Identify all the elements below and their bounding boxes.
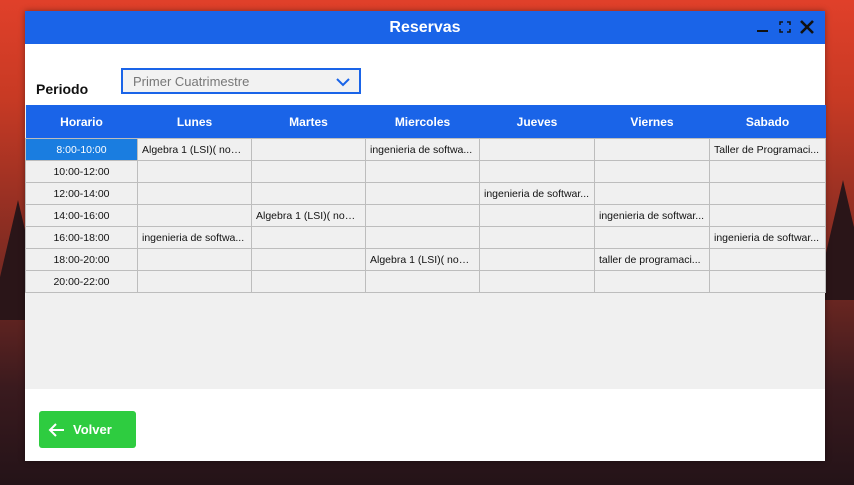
table-cell[interactable]: ingenieria de softwa...: [365, 138, 480, 161]
table-cell[interactable]: [137, 182, 252, 205]
volver-button[interactable]: Volver: [39, 411, 136, 448]
schedule-table: Horario Lunes Martes Miercoles Jueves Vi…: [25, 105, 826, 293]
table-cell[interactable]: Algebra 1 (LSI)( nom...: [251, 204, 366, 227]
close-button[interactable]: [799, 17, 815, 37]
table-cell[interactable]: [365, 160, 480, 183]
table-cell[interactable]: ingenieria de softwar...: [479, 182, 595, 205]
table-cell[interactable]: ingenieria de softwa...: [137, 226, 252, 249]
chevron-down-icon: [336, 78, 350, 87]
table-cell[interactable]: [594, 160, 710, 183]
table-cell[interactable]: [365, 270, 480, 293]
table-cell[interactable]: [137, 160, 252, 183]
table-row: 18:00-20:00 Algebra 1 (LSI)( nom... tall…: [25, 248, 826, 271]
table-cell-horario[interactable]: 10:00-12:00: [25, 160, 138, 183]
title-bar: Reservas: [25, 11, 825, 44]
table-cell[interactable]: Algebra 1 (LSI)( nom...: [365, 248, 480, 271]
table-cell[interactable]: [709, 182, 826, 205]
table-cell[interactable]: ingenieria de softwar...: [709, 226, 826, 249]
periodo-selected-value: Primer Cuatrimestre: [133, 73, 250, 89]
table-cell[interactable]: [365, 182, 480, 205]
table-cell[interactable]: taller de programaci...: [594, 248, 710, 271]
table-cell[interactable]: [251, 138, 366, 161]
table-cell[interactable]: [479, 248, 595, 271]
table-cell[interactable]: [251, 248, 366, 271]
table-cell[interactable]: [594, 270, 710, 293]
volver-label: Volver: [73, 422, 112, 437]
table-cell[interactable]: [251, 160, 366, 183]
table-row: 20:00-22:00: [25, 270, 826, 293]
table-cell[interactable]: [365, 226, 480, 249]
table-cell[interactable]: [251, 182, 366, 205]
table-cell[interactable]: [251, 270, 366, 293]
table-cell[interactable]: [251, 226, 366, 249]
header-sabado[interactable]: Sabado: [709, 105, 826, 139]
table-cell[interactable]: ingenieria de softwar...: [594, 204, 710, 227]
schedule-grid: Horario Lunes Martes Miercoles Jueves Vi…: [25, 105, 826, 389]
table-cell[interactable]: [479, 270, 595, 293]
minimize-button[interactable]: [755, 17, 771, 37]
table-cell[interactable]: Taller de Programaci...: [709, 138, 826, 161]
maximize-button[interactable]: [777, 17, 793, 37]
table-cell[interactable]: [479, 138, 595, 161]
periodo-select[interactable]: Primer Cuatrimestre: [121, 68, 361, 94]
header-lunes[interactable]: Lunes: [137, 105, 252, 139]
table-cell-horario[interactable]: 12:00-14:00: [25, 182, 138, 205]
table-cell[interactable]: [479, 226, 595, 249]
table-cell[interactable]: [137, 248, 252, 271]
maximize-icon: [779, 21, 791, 33]
reservas-window: Reservas Periodo Primer Cuatrimestre Hor…: [25, 11, 826, 461]
table-row: 12:00-14:00 ingenieria de softwar...: [25, 182, 826, 205]
header-horario[interactable]: Horario: [25, 105, 138, 139]
table-cell[interactable]: [137, 204, 252, 227]
table-cell-horario[interactable]: 14:00-16:00: [25, 204, 138, 227]
table-cell[interactable]: [709, 204, 826, 227]
footer: Volver: [25, 389, 825, 461]
table-cell[interactable]: [365, 204, 480, 227]
table-cell[interactable]: Algebra 1 (LSI)( nom...: [137, 138, 252, 161]
arrow-left-icon: [48, 422, 64, 437]
table-cell[interactable]: [709, 248, 826, 271]
table-cell[interactable]: [479, 204, 595, 227]
table-row: 8:00-10:00 Algebra 1 (LSI)( nom... ingen…: [25, 138, 826, 161]
periodo-label: Periodo: [36, 81, 89, 97]
schedule-header-row: Horario Lunes Martes Miercoles Jueves Vi…: [25, 105, 826, 139]
header-martes[interactable]: Martes: [251, 105, 366, 139]
table-cell-horario[interactable]: 18:00-20:00: [25, 248, 138, 271]
table-row: 16:00-18:00 ingenieria de softwa... inge…: [25, 226, 826, 249]
header-viernes[interactable]: Viernes: [594, 105, 710, 139]
table-cell[interactable]: [594, 138, 710, 161]
table-cell[interactable]: [479, 160, 595, 183]
table-cell[interactable]: [137, 270, 252, 293]
table-cell-horario[interactable]: 20:00-22:00: [25, 270, 138, 293]
window-controls: [755, 17, 815, 37]
close-icon: [800, 20, 814, 34]
window-title: Reservas: [389, 18, 461, 36]
table-cell-horario[interactable]: 16:00-18:00: [25, 226, 138, 249]
table-row: 14:00-16:00 Algebra 1 (LSI)( nom... inge…: [25, 204, 826, 227]
header-jueves[interactable]: Jueves: [479, 105, 595, 139]
minimize-icon: [757, 30, 768, 32]
table-cell[interactable]: [709, 270, 826, 293]
table-cell[interactable]: [594, 226, 710, 249]
table-cell-horario[interactable]: 8:00-10:00: [25, 138, 138, 161]
table-cell[interactable]: [709, 160, 826, 183]
table-cell[interactable]: [594, 182, 710, 205]
header-miercoles[interactable]: Miercoles: [365, 105, 480, 139]
table-row: 10:00-12:00: [25, 160, 826, 183]
